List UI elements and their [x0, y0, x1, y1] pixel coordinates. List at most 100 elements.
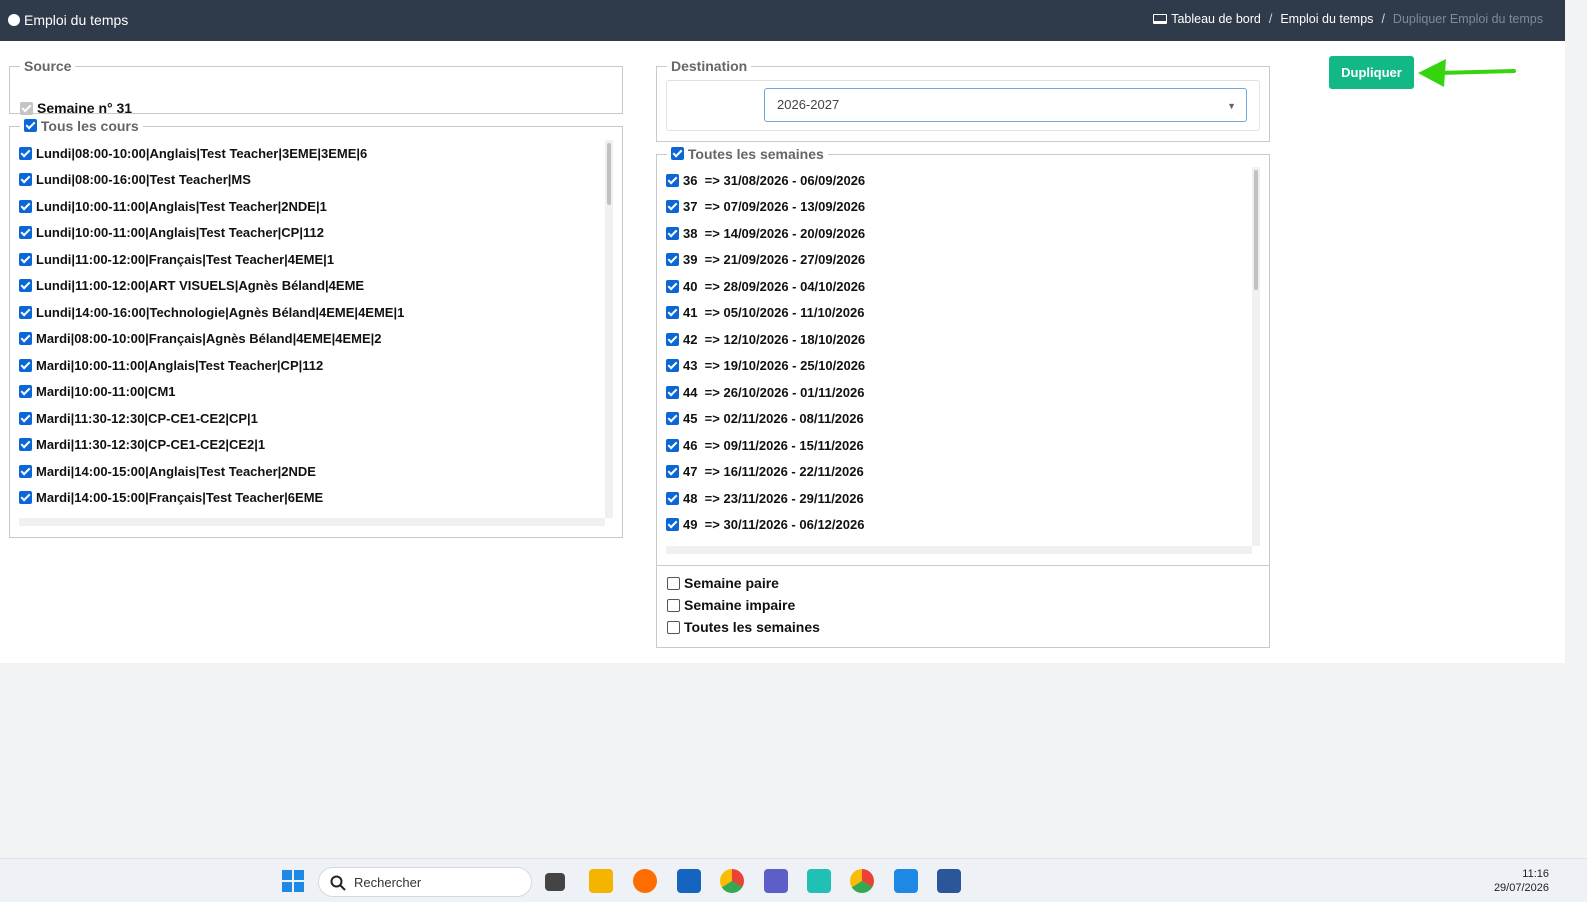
course-item[interactable]: Lundi|10:00-11:00|Anglais|Test Teacher|C… — [19, 220, 604, 247]
course-item[interactable]: Mardi|08:00-10:00|Français|Agnès Béland|… — [19, 326, 604, 353]
week-item-checkbox[interactable] — [666, 332, 679, 346]
week-item-label: 48 => 23/11/2026 - 29/11/2026 — [683, 490, 864, 506]
course-item[interactable]: Lundi|11:00-12:00|ART VISUELS|Agnès Béla… — [19, 273, 604, 300]
word-icon[interactable] — [937, 869, 961, 893]
week-item-checkbox[interactable] — [666, 385, 679, 399]
week-item[interactable]: 44 => 26/10/2026 - 01/11/2026 — [666, 379, 1252, 406]
course-item-checkbox[interactable] — [19, 173, 32, 187]
firefox-icon[interactable] — [633, 869, 657, 893]
course-item[interactable]: Mardi|10:00-11:00|CM1 — [19, 379, 604, 406]
parity-option-label: Semaine impaire — [684, 597, 796, 613]
all-courses-checkbox[interactable] — [24, 119, 37, 132]
week-item[interactable]: 36 => 31/08/2026 - 06/09/2026 — [666, 167, 1252, 194]
course-item-label: Lundi|10:00-11:00|Anglais|Test Teacher|C… — [36, 225, 324, 241]
file-explorer-icon[interactable] — [589, 869, 613, 893]
course-item[interactable]: Mardi|14:00-15:00|Français|Test Teacher|… — [19, 485, 604, 512]
course-item[interactable]: Mardi|14:00-15:00|Anglais|Test Teacher|2… — [19, 458, 604, 485]
week-item-checkbox[interactable] — [666, 279, 679, 293]
parity-option-checkbox[interactable] — [667, 576, 680, 590]
course-item-checkbox[interactable] — [19, 146, 32, 160]
parity-option-label: Semaine paire — [684, 575, 779, 591]
parity-option[interactable]: Semaine impaire — [667, 594, 820, 616]
week-item[interactable]: 38 => 14/09/2026 - 20/09/2026 — [666, 220, 1252, 247]
week-item-checkbox[interactable] — [666, 438, 679, 452]
course-item[interactable]: Mardi|11:30-12:30|CP-CE1-CE2|CE2|1 — [19, 432, 604, 459]
course-item[interactable]: Lundi|10:00-11:00|Anglais|Test Teacher|2… — [19, 193, 604, 220]
course-item-checkbox[interactable] — [19, 438, 32, 452]
course-item-checkbox[interactable] — [19, 279, 32, 293]
course-item-checkbox[interactable] — [19, 226, 32, 240]
course-item-checkbox[interactable] — [19, 252, 32, 266]
taskbar-search-input[interactable]: Rechercher — [318, 867, 532, 897]
week-item[interactable]: 48 => 23/11/2026 - 29/11/2026 — [666, 485, 1252, 512]
course-item-checkbox[interactable] — [19, 332, 32, 346]
windows-start-icon[interactable] — [281, 869, 305, 893]
task-view-icon[interactable] — [545, 873, 565, 891]
course-item-checkbox[interactable] — [19, 411, 32, 425]
parity-option[interactable]: Semaine paire — [667, 572, 820, 594]
teams-icon[interactable] — [764, 869, 788, 893]
week-item[interactable]: 41 => 05/10/2026 - 11/10/2026 — [666, 300, 1252, 327]
week-item-checkbox[interactable] — [666, 359, 679, 373]
duplicate-button[interactable]: Dupliquer — [1329, 56, 1414, 89]
week-item[interactable]: 46 => 09/11/2026 - 15/11/2026 — [666, 432, 1252, 459]
page-edge — [1565, 0, 1587, 858]
taskbar-clock[interactable]: 11:16 29/07/2026 — [1494, 867, 1549, 895]
breadcrumb-timetable[interactable]: Emploi du temps — [1280, 12, 1373, 26]
week-item-checkbox[interactable] — [666, 226, 679, 240]
week-item-checkbox[interactable] — [666, 518, 679, 532]
week-item-checkbox[interactable] — [666, 491, 679, 505]
breadcrumb-separator: / — [1268, 12, 1273, 26]
week-list-scrollbar[interactable] — [1252, 167, 1260, 546]
notepad-icon[interactable] — [894, 869, 918, 893]
week-item-checkbox[interactable] — [666, 306, 679, 320]
course-item[interactable]: Lundi|11:00-12:00|Français|Test Teacher|… — [19, 246, 604, 273]
week-item[interactable]: 47 => 16/11/2026 - 22/11/2026 — [666, 459, 1252, 486]
week-item[interactable]: 43 => 19/10/2026 - 25/10/2026 — [666, 353, 1252, 380]
chrome-icon[interactable] — [720, 869, 744, 893]
all-weeks-checkbox[interactable] — [671, 147, 684, 160]
breadcrumb-dashboard[interactable]: Tableau de bord — [1153, 12, 1261, 26]
course-list-scroll-thumb[interactable] — [607, 143, 611, 205]
week-item-checkbox[interactable] — [666, 253, 679, 267]
course-item-label: Mardi|11:30-12:30|CP-CE1-CE2|CP|1 — [36, 410, 258, 426]
week-item-checkbox[interactable] — [666, 173, 679, 187]
week-item[interactable]: 39 => 21/09/2026 - 27/09/2026 — [666, 247, 1252, 274]
parity-option-checkbox[interactable] — [667, 620, 680, 634]
week-item-label: 41 => 05/10/2026 - 11/10/2026 — [683, 305, 865, 321]
course-item-checkbox[interactable] — [19, 491, 32, 505]
course-item[interactable]: Mardi|10:00-11:00|Anglais|Test Teacher|C… — [19, 352, 604, 379]
chrome-active-icon[interactable] — [850, 869, 874, 893]
course-item-label: Lundi|11:00-12:00|ART VISUELS|Agnès Béla… — [36, 278, 365, 294]
parity-option[interactable]: Toutes les semaines — [667, 616, 820, 638]
course-item-checkbox[interactable] — [19, 385, 32, 399]
course-list-scrollbar[interactable] — [605, 140, 613, 518]
course-item[interactable]: Lundi|08:00-10:00|Anglais|Test Teacher|3… — [19, 140, 604, 167]
week-item[interactable]: 40 => 28/09/2026 - 04/10/2026 — [666, 273, 1252, 300]
breadcrumb-current: Dupliquer Emploi du temps — [1392, 12, 1543, 26]
week-item[interactable]: 45 => 02/11/2026 - 08/11/2026 — [666, 406, 1252, 433]
sync-app-icon[interactable] — [807, 869, 831, 893]
week-item-checkbox[interactable] — [666, 200, 679, 214]
course-item-checkbox[interactable] — [19, 464, 32, 478]
week-item[interactable]: 49 => 30/11/2026 - 06/12/2026 — [666, 512, 1252, 539]
course-item[interactable]: Lundi|14:00-16:00|Technologie|Agnès Béla… — [19, 299, 604, 326]
course-item-checkbox[interactable] — [19, 358, 32, 372]
course-item-checkbox[interactable] — [19, 199, 32, 213]
week-item-label: 39 => 21/09/2026 - 27/09/2026 — [683, 252, 866, 268]
week-list-scroll-thumb[interactable] — [1254, 170, 1258, 290]
course-item-checkbox[interactable] — [19, 305, 32, 319]
year-select[interactable]: 2026-2027 ▼ — [764, 88, 1247, 122]
destination-legend: Destination — [671, 58, 748, 74]
course-item[interactable]: Mardi|11:30-12:30|CP-CE1-CE2|CP|1 — [19, 405, 604, 432]
week-item-checkbox[interactable] — [666, 412, 679, 426]
week-item[interactable]: 37 => 07/09/2026 - 13/09/2026 — [666, 194, 1252, 221]
course-item-label: Lundi|10:00-11:00|Anglais|Test Teacher|2… — [36, 198, 327, 214]
course-item[interactable]: Lundi|08:00-16:00|Test Teacher|MS — [19, 167, 604, 194]
store-icon[interactable] — [677, 869, 701, 893]
parity-option-checkbox[interactable] — [667, 598, 680, 612]
week-item[interactable]: 42 => 12/10/2026 - 18/10/2026 — [666, 326, 1252, 353]
course-list-hscrollbar[interactable] — [19, 518, 605, 526]
week-list-hscrollbar[interactable] — [666, 546, 1252, 554]
week-item-checkbox[interactable] — [666, 465, 679, 479]
